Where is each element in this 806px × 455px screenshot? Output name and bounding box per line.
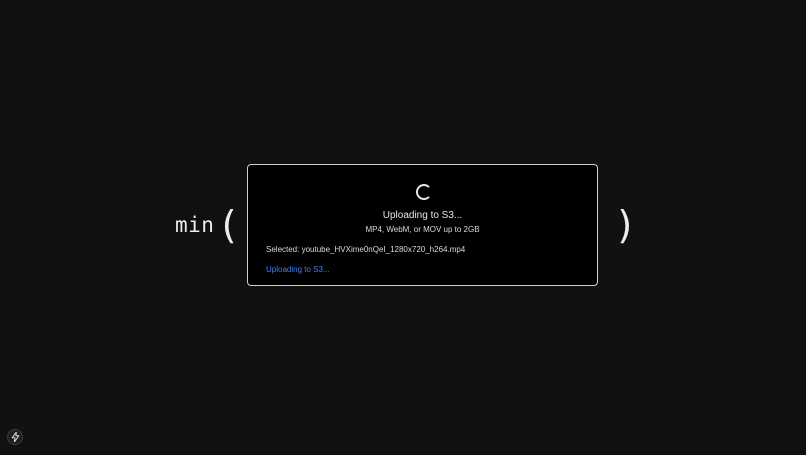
loading-spinner-icon xyxy=(416,184,432,200)
format-hint: MP4, WebM, or MOV up to 2GB xyxy=(365,225,480,234)
upload-progress-text: Uploading to S3... xyxy=(266,265,330,274)
selected-file-text: Selected: youtube_HVXime0nQeI_1280x720_h… xyxy=(266,245,466,254)
close-paren: ) xyxy=(614,203,637,247)
open-paren: ( xyxy=(217,203,240,247)
upload-card[interactable]: Uploading to S3... MP4, WebM, or MOV up … xyxy=(247,164,598,286)
lightning-bolt-icon xyxy=(11,432,19,442)
expression-word: min xyxy=(175,213,215,237)
upload-status-title: Uploading to S3... xyxy=(382,210,463,221)
dev-tools-button[interactable] xyxy=(7,429,23,445)
